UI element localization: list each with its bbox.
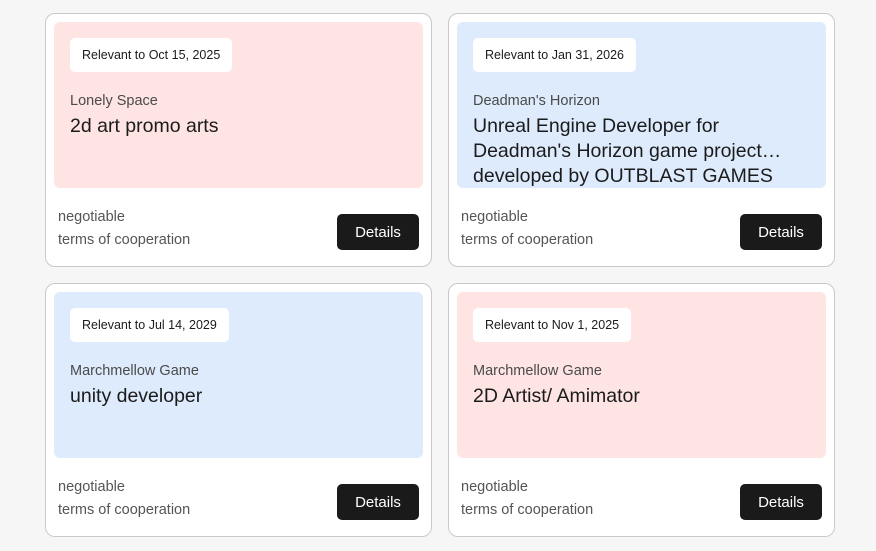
terms-label: terms of cooperation bbox=[58, 502, 191, 518]
payment-terms: negotiable terms of cooperation bbox=[461, 476, 593, 522]
details-button[interactable]: Details bbox=[337, 484, 419, 520]
card-footer: negotiable terms of cooperation Details bbox=[58, 476, 419, 522]
card-footer: negotiable terms of cooperation Details bbox=[58, 206, 419, 252]
terms-label: terms of cooperation bbox=[58, 232, 191, 248]
job-card: Relevant to Jan 31, 2026 Deadman's Horiz… bbox=[448, 13, 835, 267]
price-label: negotiable bbox=[58, 209, 125, 225]
job-card: Relevant to Nov 1, 2025 Marchmellow Game… bbox=[448, 283, 835, 537]
card-header: Relevant to Jan 31, 2026 Deadman's Horiz… bbox=[457, 22, 826, 188]
company-name: Marchmellow Game bbox=[70, 363, 199, 379]
company-name: Deadman's Horizon bbox=[473, 93, 600, 109]
price-label: negotiable bbox=[58, 479, 125, 495]
payment-terms: negotiable terms of cooperation bbox=[58, 206, 190, 252]
company-name: Lonely Space bbox=[70, 93, 158, 109]
job-title: 2D Artist/ Amimator bbox=[473, 385, 640, 407]
price-label: negotiable bbox=[461, 479, 528, 495]
job-card-grid: Relevant to Oct 15, 2025 Lonely Space 2d… bbox=[45, 13, 835, 537]
relevance-badge: Relevant to Jan 31, 2026 bbox=[473, 38, 636, 72]
payment-terms: negotiable terms of cooperation bbox=[461, 206, 593, 252]
relevance-badge: Relevant to Jul 14, 2029 bbox=[70, 308, 229, 342]
details-button[interactable]: Details bbox=[337, 214, 419, 250]
card-footer: negotiable terms of cooperation Details bbox=[461, 206, 822, 252]
details-button[interactable]: Details bbox=[740, 484, 822, 520]
card-header: Relevant to Jul 14, 2029 Marchmellow Gam… bbox=[54, 292, 423, 458]
terms-label: terms of cooperation bbox=[461, 232, 594, 248]
card-header: Relevant to Nov 1, 2025 Marchmellow Game… bbox=[457, 292, 826, 458]
relevance-badge: Relevant to Nov 1, 2025 bbox=[473, 308, 632, 342]
job-card: Relevant to Oct 15, 2025 Lonely Space 2d… bbox=[45, 13, 432, 267]
job-title: Unreal Engine Developer for Deadman's Ho… bbox=[473, 115, 782, 187]
job-title: 2d art promo arts bbox=[70, 115, 219, 137]
card-header: Relevant to Oct 15, 2025 Lonely Space 2d… bbox=[54, 22, 423, 188]
terms-label: terms of cooperation bbox=[461, 502, 594, 518]
job-card: Relevant to Jul 14, 2029 Marchmellow Gam… bbox=[45, 283, 432, 537]
card-footer: negotiable terms of cooperation Details bbox=[461, 476, 822, 522]
relevance-badge: Relevant to Oct 15, 2025 bbox=[70, 38, 233, 72]
company-name: Marchmellow Game bbox=[473, 363, 602, 379]
details-button[interactable]: Details bbox=[740, 214, 822, 250]
payment-terms: negotiable terms of cooperation bbox=[58, 476, 190, 522]
price-label: negotiable bbox=[461, 209, 528, 225]
job-title: unity developer bbox=[70, 385, 203, 407]
